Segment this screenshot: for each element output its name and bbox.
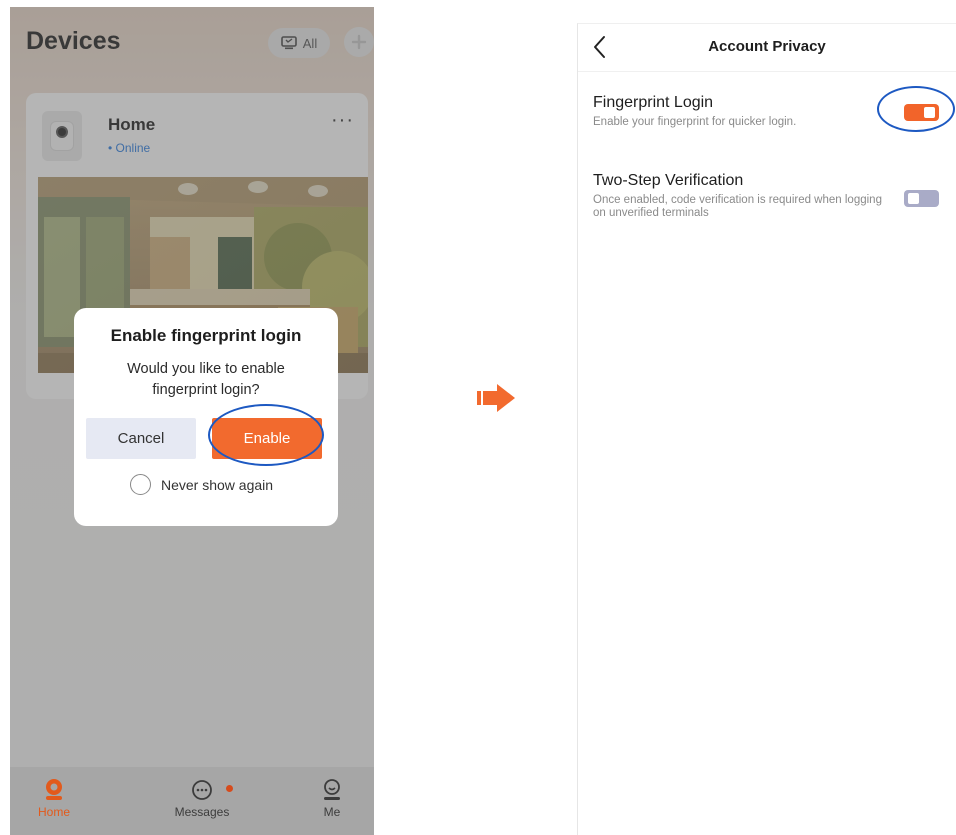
- arrow-right-icon: [477, 384, 515, 412]
- dialog-title: Enable fingerprint login: [110, 326, 302, 345]
- nav-header: Account Privacy: [578, 24, 956, 72]
- tab-home-label: Home: [37, 805, 70, 819]
- enable-button[interactable]: Enable: [212, 418, 322, 459]
- never-show-radio[interactable]: [130, 474, 151, 495]
- setting-fingerprint-login: Fingerprint Login Enable your fingerprin…: [593, 94, 948, 129]
- setting-two-step-verification: Two-Step Verification Once enabled, code…: [593, 172, 948, 220]
- tab-home[interactable]: Home: [14, 775, 94, 819]
- setting-description: Enable your fingerprint for quicker logi…: [593, 116, 797, 128]
- tab-me[interactable]: Me: [292, 775, 372, 819]
- cancel-button[interactable]: Cancel: [86, 418, 196, 459]
- dialog-message: Would you like to enable fingerprint log…: [127, 361, 285, 398]
- two-step-verification-toggle[interactable]: [904, 190, 939, 207]
- messages-badge: [226, 785, 233, 792]
- fingerprint-dialog: Enable fingerprint login Would you like …: [74, 308, 338, 526]
- account-privacy-screen: Account Privacy Fingerprint Login Enable…: [577, 23, 956, 835]
- setting-description: Once enabled, code verification is requi…: [593, 194, 882, 219]
- setting-title: Fingerprint Login: [593, 94, 714, 111]
- tab-bar: Home Messages Me: [10, 767, 374, 835]
- setting-title: Two-Step Verification: [593, 172, 744, 189]
- tab-messages-label: Messages: [174, 805, 230, 819]
- home-camera-icon: [46, 779, 62, 800]
- chat-bubble-icon: [192, 780, 212, 800]
- fingerprint-login-toggle[interactable]: [904, 104, 939, 121]
- never-show-label: Never show again: [161, 476, 274, 493]
- person-icon: [324, 779, 340, 800]
- page-title: Account Privacy: [708, 38, 826, 55]
- tab-me-label: Me: [323, 805, 341, 819]
- tab-messages[interactable]: Messages: [162, 775, 242, 819]
- never-show-again-option[interactable]: Never show again: [130, 474, 273, 495]
